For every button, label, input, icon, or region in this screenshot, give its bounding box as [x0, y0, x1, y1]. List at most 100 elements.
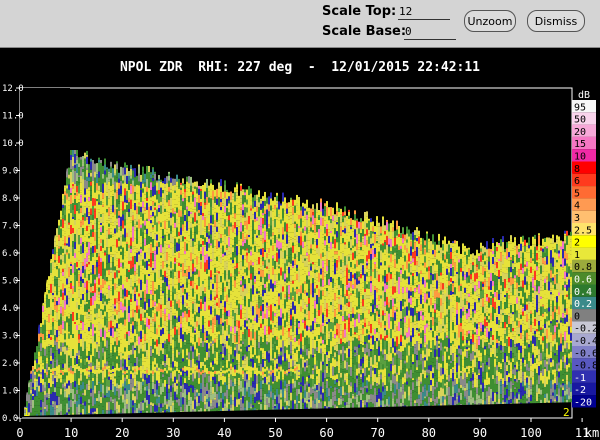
radar-echo-cell — [152, 212, 154, 217]
radar-echo-cell — [54, 267, 56, 277]
radar-echo-cell — [258, 291, 260, 294]
rhi-plot[interactable]: 0.01.02.03.04.05.06.07.08.09.010.011.012… — [0, 0, 600, 440]
radar-echo-cell — [56, 264, 58, 267]
radar-echo-cell — [186, 313, 188, 322]
radar-echo-cell — [86, 329, 88, 337]
radar-echo-cell — [220, 243, 222, 249]
radar-echo-cell — [64, 342, 66, 347]
radar-echo-cell — [44, 372, 46, 382]
radar-echo-cell — [128, 189, 130, 198]
radar-echo-cell — [176, 329, 178, 339]
radar-echo-cell — [110, 358, 112, 365]
radar-echo-cell — [120, 195, 122, 202]
radar-echo-cell — [62, 409, 64, 415]
radar-echo-cell — [76, 181, 78, 186]
radar-echo-cell — [72, 273, 74, 275]
radar-echo-cell — [82, 156, 84, 162]
radar-echo-cell — [148, 228, 150, 237]
radar-echo-cell — [212, 343, 214, 346]
radar-echo-cell — [194, 292, 196, 300]
radar-echo-cell — [170, 205, 172, 210]
radar-echo-cell — [108, 401, 110, 411]
radar-echo-cell — [68, 213, 70, 223]
radar-echo-cell — [80, 262, 82, 270]
radar-echo-cell — [116, 331, 118, 338]
radar-echo-cell — [156, 277, 158, 283]
radar-echo-cell — [108, 223, 110, 227]
radar-echo-cell — [212, 386, 214, 394]
radar-echo-cell — [262, 196, 264, 202]
radar-echo-cell — [156, 396, 158, 399]
radar-echo-cell — [176, 212, 178, 220]
radar-echo-cell — [268, 295, 270, 300]
radar-echo-cell — [200, 189, 202, 192]
radar-echo-cell — [206, 225, 208, 233]
radar-echo-cell — [166, 232, 168, 236]
radar-echo-cell — [198, 270, 200, 277]
radar-echo-cell — [186, 206, 188, 210]
radar-echo-cell — [174, 238, 176, 246]
radar-echo-cell — [114, 228, 116, 234]
radar-echo-cell — [254, 229, 256, 234]
radar-echo-cell — [224, 270, 226, 279]
radar-echo-cell — [68, 409, 70, 412]
radar-echo-cell — [226, 281, 228, 286]
radar-echo-cell — [98, 194, 100, 203]
radar-echo-cell — [234, 201, 236, 206]
radar-echo-cell — [132, 405, 134, 408]
radar-echo-cell — [256, 235, 258, 238]
radar-echo-cell — [154, 281, 156, 289]
radar-echo-cell — [80, 202, 82, 206]
radar-echo-cell — [232, 193, 234, 197]
radar-echo-cell — [244, 195, 246, 199]
radar-echo-cell — [56, 245, 58, 253]
radar-echo-cell — [150, 244, 152, 254]
radar-echo-cell — [220, 248, 222, 253]
radar-echo-cell — [78, 182, 80, 185]
radar-echo-cell — [260, 240, 262, 249]
radar-echo-cell — [224, 301, 226, 308]
radar-echo-cell — [220, 192, 222, 200]
radar-echo-cell — [126, 331, 128, 334]
radar-echo-cell — [222, 245, 224, 254]
radar-echo-cell — [132, 212, 134, 216]
radar-echo-cell — [124, 267, 126, 276]
radar-echo-cell — [80, 314, 82, 321]
radar-echo-cell — [256, 400, 258, 410]
radar-echo-cell — [186, 299, 188, 304]
radar-echo-cell — [226, 198, 228, 206]
radar-echo-cell — [82, 163, 84, 167]
radar-echo-cell — [178, 223, 180, 232]
radar-echo-cell — [186, 303, 188, 306]
radar-echo-cell — [118, 194, 120, 202]
radar-echo-cell — [164, 360, 166, 363]
radar-echo-cell — [194, 399, 196, 409]
radar-echo-cell — [112, 401, 114, 404]
radar-echo-cell — [190, 359, 192, 368]
radar-echo-cell — [54, 392, 56, 402]
radar-echo-cell — [46, 287, 48, 290]
radar-echo-cell — [128, 357, 130, 360]
radar-echo-cell — [264, 358, 266, 361]
radar-echo-cell — [268, 204, 270, 212]
radar-echo-cell — [214, 267, 216, 273]
radar-echo-cell — [66, 243, 68, 246]
radar-echo-cell — [74, 411, 76, 415]
radar-echo-cell — [70, 188, 72, 193]
radar-echo-cell — [96, 367, 98, 370]
radar-echo-cell — [208, 382, 210, 390]
radar-echo-cell — [222, 191, 224, 199]
radar-echo-cell — [86, 246, 88, 253]
radar-echo-cell — [268, 315, 270, 318]
radar-echo-cell — [198, 209, 200, 213]
radar-echo-cell — [94, 265, 96, 268]
radar-echo-cell — [234, 242, 236, 248]
radar-echo-cell — [84, 194, 86, 198]
radar-echo-cell — [132, 237, 134, 242]
radar-echo-cell — [190, 384, 192, 388]
radar-echo-cell — [54, 345, 56, 351]
radar-echo-cell — [264, 382, 266, 392]
radar-echo-cell — [94, 240, 96, 246]
radar-echo-cell — [108, 173, 110, 180]
radar-echo-cell — [114, 214, 116, 222]
